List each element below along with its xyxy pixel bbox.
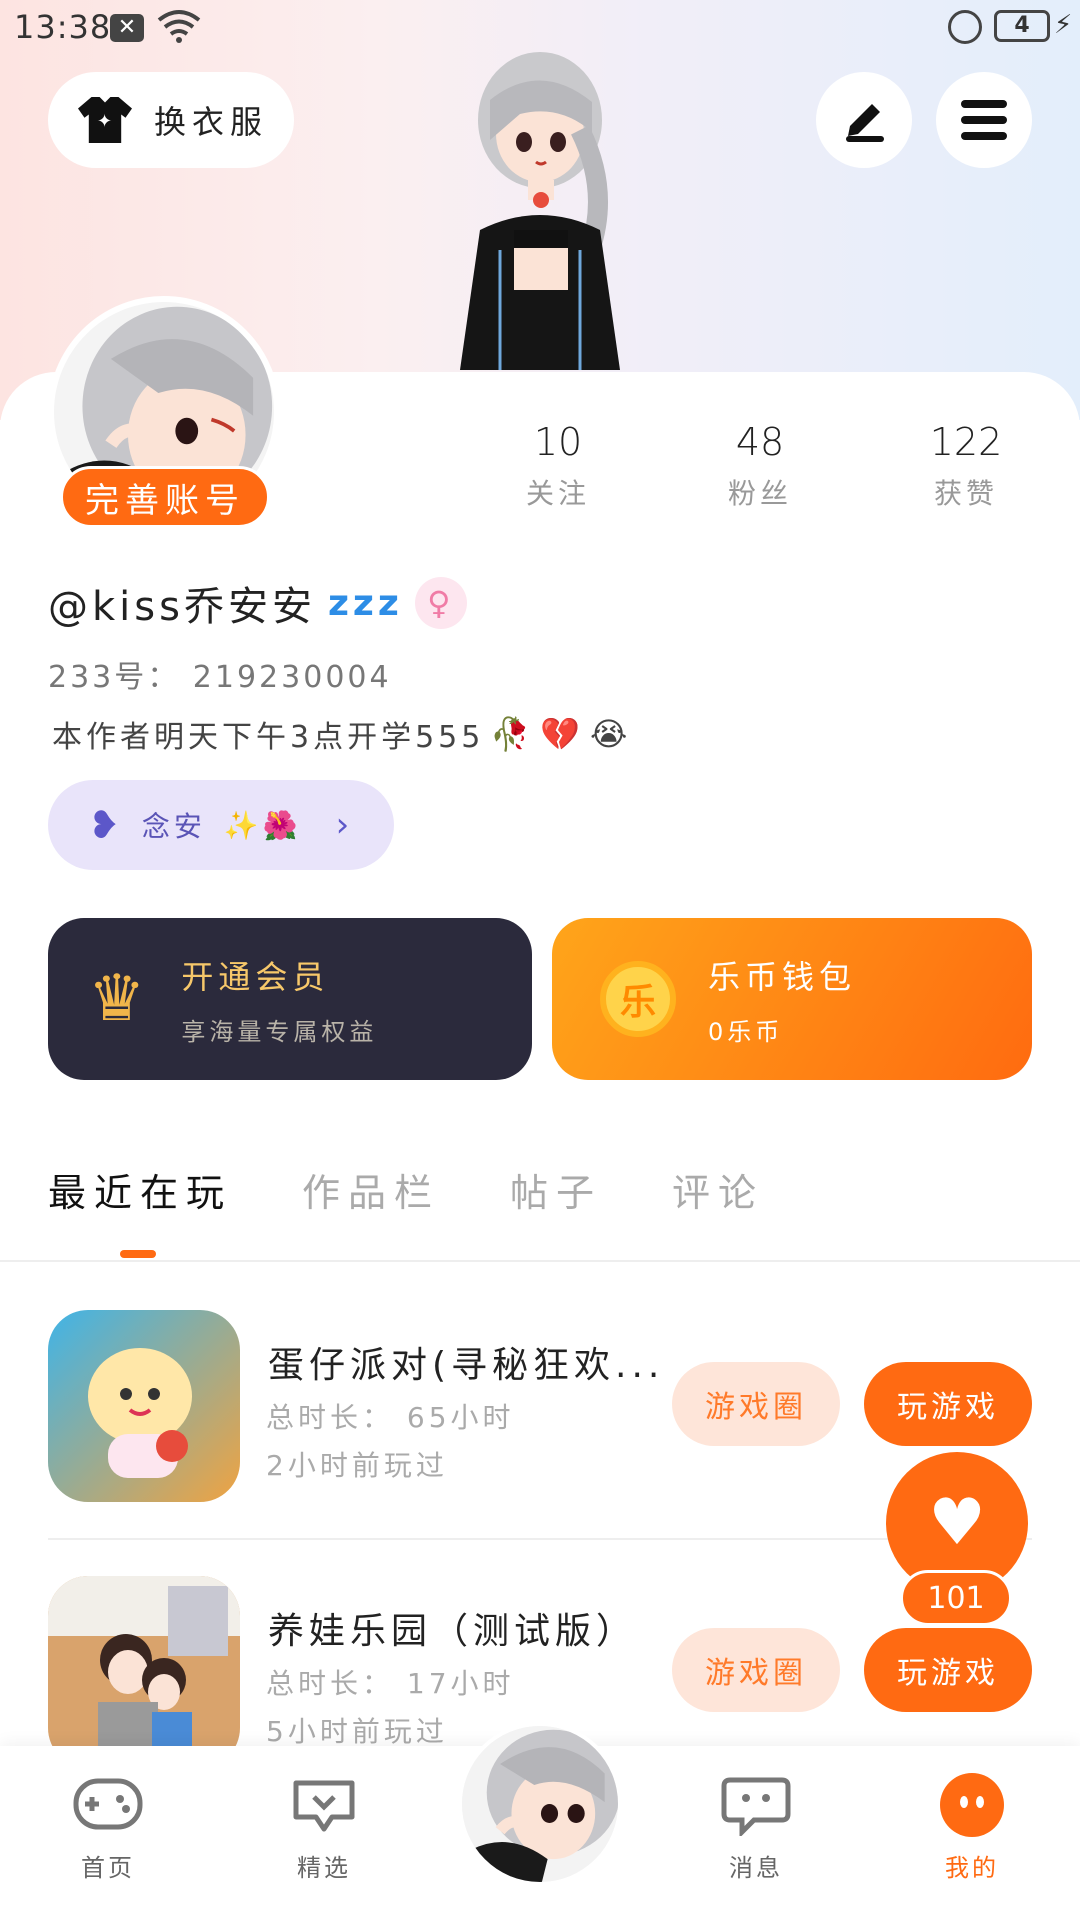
row-divider bbox=[48, 1538, 1032, 1540]
vip-member-card[interactable]: ♛ 开通会员 享海量专属权益 bbox=[48, 918, 532, 1080]
message-icon bbox=[720, 1774, 792, 1836]
game-duration: 总时长： 17小时 bbox=[266, 1667, 515, 1700]
profile-page: 13:38 ✕ 4 ⚡ ✦ 换衣服 完善账号 10 关注 48 粉丝 122 获… bbox=[0, 0, 1080, 1920]
stat-value: 48 bbox=[735, 420, 785, 464]
username: @kiss乔安安 bbox=[48, 584, 316, 630]
game-icon-eggy-party bbox=[48, 1310, 240, 1502]
broken-heart-icon: 💔 bbox=[540, 715, 585, 753]
game-row[interactable]: 蛋仔派对(寻秘狂欢... 总时长： 65小时 2小时前玩过 游戏圈 玩游戏 bbox=[48, 1310, 1048, 1502]
character-avatar-full[interactable] bbox=[420, 50, 660, 370]
nav-center-avatar[interactable] bbox=[458, 1722, 622, 1886]
stat-value: 10 bbox=[533, 420, 583, 464]
crown-icon: ♛ bbox=[88, 962, 146, 1036]
menu-icon bbox=[961, 100, 1007, 140]
status-bar: 13:38 ✕ 4 ⚡ bbox=[0, 0, 1080, 56]
battery-icon: 4 bbox=[994, 10, 1050, 42]
complete-account-button[interactable]: 完善账号 bbox=[60, 466, 270, 528]
nav-label: 首页 bbox=[81, 1854, 135, 1882]
active-tab-indicator bbox=[120, 1250, 156, 1258]
stat-value: 122 bbox=[929, 420, 1003, 464]
face-icon bbox=[936, 1773, 1008, 1837]
stat-following[interactable]: 10 关注 bbox=[478, 420, 638, 512]
heart-icon: ♥ bbox=[928, 1486, 986, 1560]
menu-button[interactable] bbox=[936, 72, 1032, 168]
member-subtitle: 享海量专属权益 bbox=[181, 1017, 378, 1046]
like-count: 101 bbox=[900, 1570, 1012, 1626]
coin-wallet-card[interactable]: 乐 乐币钱包 0乐币 bbox=[552, 918, 1032, 1080]
tab-comments[interactable]: 评论 bbox=[672, 1162, 764, 1217]
stat-followers[interactable]: 48 粉丝 bbox=[680, 420, 840, 512]
status-time: 13:38 bbox=[14, 8, 112, 46]
complete-account-label: 完善账号 bbox=[85, 480, 245, 521]
gamepad-icon bbox=[72, 1774, 144, 1836]
double-heart-icon: ❥ bbox=[88, 803, 124, 847]
game-last-played: 5小时前玩过 bbox=[266, 1715, 448, 1748]
tab-divider bbox=[0, 1260, 1080, 1262]
notification-x-icon: ✕ bbox=[110, 14, 144, 42]
wallet-title: 乐币钱包 bbox=[708, 957, 857, 996]
heart-chat-icon bbox=[288, 1774, 360, 1836]
bio-text: 本作者明天下午3点开学555 bbox=[52, 720, 485, 755]
game-name: 养娃乐园（测试版） bbox=[268, 1611, 638, 1652]
game-last-played: 2小时前玩过 bbox=[266, 1449, 448, 1482]
play-game-button[interactable]: 玩游戏 bbox=[864, 1362, 1032, 1446]
nav-featured[interactable]: 精选 bbox=[264, 1774, 384, 1883]
play-game-button[interactable]: 玩游戏 bbox=[864, 1628, 1032, 1712]
game-name: 蛋仔派对(寻秘狂欢... bbox=[268, 1345, 658, 1386]
nav-label: 我的 bbox=[945, 1854, 999, 1882]
crying-face-icon: 😭 bbox=[590, 715, 632, 753]
sparkle-flower-icon: ✨🌺 bbox=[223, 808, 302, 842]
relationship-pill[interactable]: ❥ 念安 ✨🌺 › bbox=[48, 780, 394, 870]
game-duration: 总时长： 65小时 bbox=[266, 1401, 515, 1434]
relationship-label: 念安 bbox=[141, 810, 206, 843]
wilted-rose-icon: 🥀 bbox=[490, 715, 535, 753]
change-outfit-label: 换衣服 bbox=[154, 103, 269, 141]
game-circle-button[interactable]: 游戏圈 bbox=[672, 1628, 840, 1712]
wallet-balance: 0乐币 bbox=[708, 1017, 784, 1046]
nav-home[interactable]: 首页 bbox=[48, 1774, 168, 1883]
change-outfit-button[interactable]: ✦ 换衣服 bbox=[48, 72, 294, 168]
female-gender-icon: ♀ bbox=[414, 577, 467, 629]
username-row: @kiss乔安安 zzz ♀ bbox=[48, 574, 467, 632]
nav-messages[interactable]: 消息 bbox=[696, 1774, 816, 1883]
nav-profile[interactable]: 我的 bbox=[912, 1773, 1032, 1883]
charging-icon: ⚡ bbox=[1054, 10, 1073, 40]
tab-posts[interactable]: 帖子 bbox=[510, 1162, 602, 1217]
wifi-icon bbox=[157, 10, 201, 43]
rotation-lock-icon bbox=[948, 10, 982, 44]
shirt-icon: ✦ bbox=[78, 97, 132, 143]
stat-label: 关注 bbox=[525, 477, 590, 510]
game-circle-button[interactable]: 游戏圈 bbox=[672, 1362, 840, 1446]
bio-row: 本作者明天下午3点开学555 🥀 💔 😭 bbox=[52, 712, 631, 756]
stat-label: 获赞 bbox=[933, 477, 998, 510]
coin-icon: 乐 bbox=[600, 961, 676, 1037]
stat-likes[interactable]: 122 获赞 bbox=[886, 420, 1046, 512]
member-title: 开通会员 bbox=[181, 957, 330, 996]
tab-works[interactable]: 作品栏 bbox=[302, 1162, 440, 1217]
profile-tabs: 最近在玩 作品栏 帖子 评论 bbox=[48, 1162, 764, 1217]
edit-profile-button[interactable] bbox=[816, 72, 912, 168]
stat-label: 粉丝 bbox=[727, 477, 792, 510]
nav-label: 消息 bbox=[729, 1854, 783, 1882]
nav-label: 精选 bbox=[297, 1854, 351, 1882]
chevron-right-icon: › bbox=[335, 805, 354, 845]
sleep-zzz-icon: zzz bbox=[327, 582, 403, 624]
edit-icon bbox=[846, 104, 884, 142]
tab-recently-played[interactable]: 最近在玩 bbox=[48, 1162, 232, 1217]
game-icon-baby-park bbox=[48, 1576, 240, 1768]
user-id: 233号： 219230004 bbox=[48, 660, 392, 695]
